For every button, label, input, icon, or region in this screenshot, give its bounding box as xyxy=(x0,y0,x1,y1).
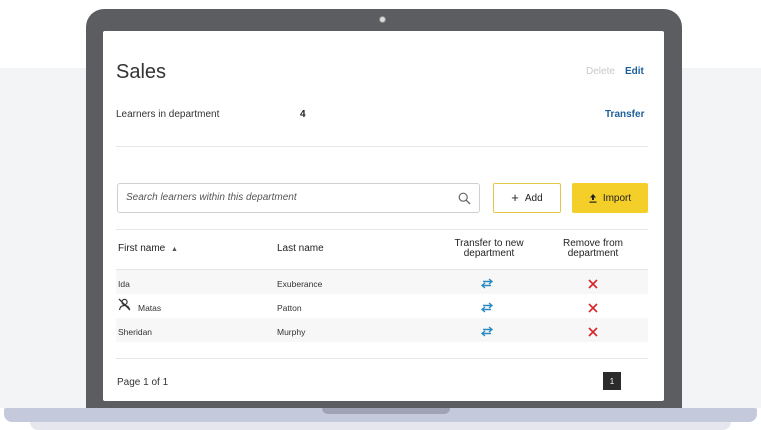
delete-button[interactable]: Delete xyxy=(586,66,615,77)
transfer-icon[interactable] xyxy=(480,302,494,313)
pagination-label: Page 1 of 1 xyxy=(117,377,169,388)
edit-button[interactable]: Edit xyxy=(625,66,644,77)
cell-last-name: Murphy xyxy=(277,327,306,337)
transfer-icon[interactable] xyxy=(480,278,494,289)
search-box xyxy=(117,183,480,213)
page-title: Sales xyxy=(116,61,167,83)
laptop-base-shadow xyxy=(30,422,731,430)
column-header-remove: Remove from department xyxy=(562,238,623,259)
add-button-label: Add xyxy=(524,192,543,204)
divider xyxy=(116,358,648,359)
laptop-screen: Sales Delete Edit Learners in department… xyxy=(103,31,664,401)
divider xyxy=(116,146,648,147)
transfer-icon[interactable] xyxy=(480,326,494,337)
column-header-transfer: Transfer to new department xyxy=(454,238,524,259)
laptop-lid: Sales Delete Edit Learners in department… xyxy=(86,9,682,409)
remove-icon[interactable] xyxy=(588,327,598,337)
import-button[interactable]: Import xyxy=(572,183,648,213)
remove-icon[interactable] xyxy=(588,303,598,313)
sort-ascending-icon: ▲ xyxy=(171,246,178,253)
search-input[interactable] xyxy=(126,192,446,203)
laptop-base-notch xyxy=(322,408,450,414)
cell-first-name: Ida xyxy=(118,279,130,289)
search-icon[interactable] xyxy=(458,192,471,205)
camera-icon xyxy=(379,16,386,23)
learners-label: Learners in department xyxy=(116,109,220,120)
user-disabled-icon xyxy=(118,298,131,311)
cell-last-name: Patton xyxy=(277,303,302,313)
remove-icon[interactable] xyxy=(588,279,598,289)
upload-icon xyxy=(589,193,597,203)
cell-first-name: Sheridan xyxy=(118,327,153,337)
add-button[interactable]: + Add xyxy=(493,183,561,213)
import-button-label: Import xyxy=(602,192,632,204)
divider xyxy=(116,229,648,230)
table-row xyxy=(116,270,648,294)
transfer-link[interactable]: Transfer xyxy=(605,109,644,120)
learners-count: 4 xyxy=(300,109,306,120)
laptop-base xyxy=(4,408,757,422)
table-row xyxy=(116,318,648,342)
page-button-current[interactable]: 1 xyxy=(603,372,621,390)
plus-icon: + xyxy=(511,190,519,205)
cell-first-name: Matas xyxy=(138,303,162,313)
column-header-last-name[interactable]: Last name xyxy=(277,243,324,254)
cell-last-name: Exuberance xyxy=(277,279,323,289)
column-header-first-name[interactable]: First name ▲ xyxy=(118,243,178,254)
